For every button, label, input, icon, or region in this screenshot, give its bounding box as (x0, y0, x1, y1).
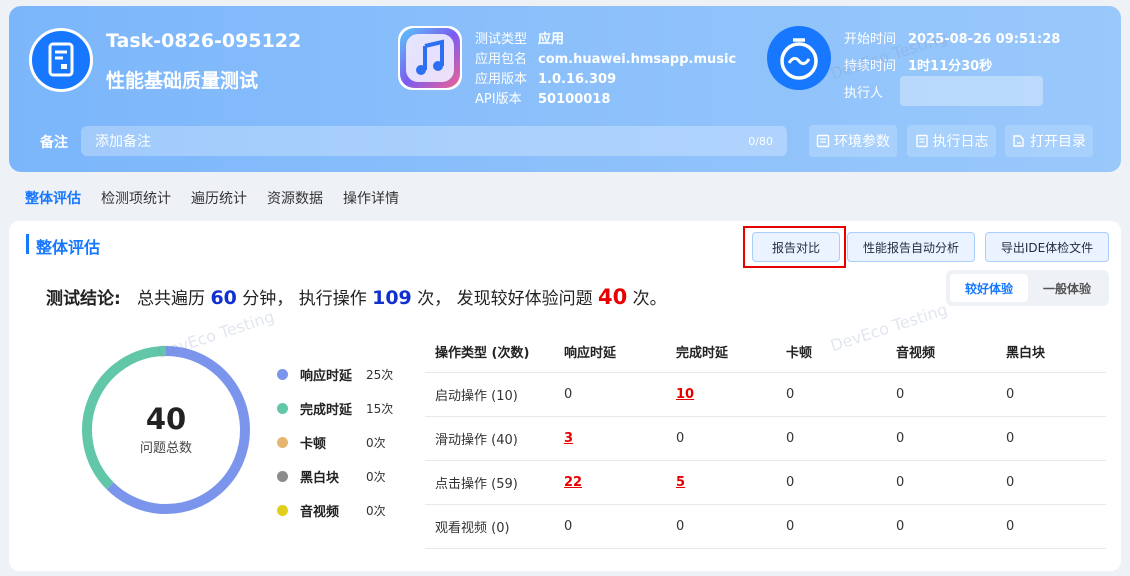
open-dir-button[interactable]: 打开目录 (1005, 125, 1093, 157)
table-row: 观看视频 (0) 0 0 0 0 0 (425, 504, 1106, 549)
env-params-icon (816, 134, 830, 148)
issue-link[interactable]: 22 (554, 460, 666, 505)
tab-check-items[interactable]: 检测项统计 (101, 188, 171, 208)
export-ide-button[interactable]: 导出IDE体检文件 (985, 232, 1109, 262)
normal-experience-option[interactable]: 一般体验 (1028, 274, 1106, 302)
note-char-count: 0/80 (748, 134, 773, 148)
legend-dot (277, 436, 288, 448)
section-accent-bar (26, 234, 29, 254)
tab-overall[interactable]: 整体评估 (25, 188, 81, 208)
highlight-box (743, 226, 846, 268)
legend-jank: 卡顿 0次 (277, 432, 386, 452)
issue-link[interactable]: 5 (666, 460, 776, 505)
table-header-row: 操作类型 (次数) 响应时延 完成时延 卡顿 音视频 黑白块 (425, 330, 1106, 373)
executor-value-redacted (900, 76, 1043, 106)
executor-row: 执行人 (844, 86, 884, 101)
operation-stats-table: 操作类型 (次数) 响应时延 完成时延 卡顿 音视频 黑白块 启动操作 (10)… (425, 330, 1106, 549)
section-title: 整体评估 (36, 238, 101, 257)
legend-complete: 完成时延 15次 (277, 398, 393, 418)
experience-toggle: 较好体验 一般体验 (946, 270, 1109, 306)
col-response-latency: 响应时延 (554, 330, 666, 373)
auto-analysis-button[interactable]: 性能报告自动分析 (847, 232, 975, 262)
timer-icon (767, 26, 831, 90)
col-blank-block: 黑白块 (996, 330, 1106, 373)
note-input[interactable]: 添加备注 0/80 (81, 126, 787, 156)
start-time-row: 开始时间 2025-08-26 09:51:28 (844, 32, 1061, 47)
col-complete-latency: 完成时延 (666, 330, 776, 373)
note-label: 备注 (40, 135, 68, 151)
col-operation-type: 操作类型 (次数) (425, 330, 554, 373)
music-app-icon (398, 26, 462, 90)
col-av: 音视频 (886, 330, 996, 373)
legend-dot (277, 504, 288, 516)
note-placeholder: 添加备注 (95, 134, 151, 150)
task-name: 性能基础质量测试 (106, 70, 259, 92)
test-type-row: 测试类型 应用 (475, 32, 565, 47)
table-row: 启动操作 (10) 0 10 0 0 0 (425, 372, 1106, 417)
package-row: 应用包名 com.huawei.hmsapp.music (475, 52, 737, 67)
legend-response: 响应时延 25次 (277, 364, 393, 384)
exec-log-button[interactable]: 执行日志 (907, 125, 996, 157)
legend-dot (277, 368, 288, 380)
legend-av: 音视频 0次 (277, 500, 386, 520)
exec-log-label: 执行日志 (932, 134, 989, 150)
issue-link[interactable]: 3 (554, 416, 666, 461)
folder-icon (1013, 135, 1024, 147)
api-row: API版本 50100018 (475, 92, 611, 107)
tab-operations[interactable]: 操作详情 (343, 188, 399, 208)
env-params-button[interactable]: 环境参数 (809, 125, 897, 157)
issue-link[interactable]: 10 (666, 372, 776, 417)
tab-resources[interactable]: 资源数据 (267, 188, 323, 208)
open-dir-label: 打开目录 (1030, 134, 1086, 150)
env-params-label: 环境参数 (834, 134, 890, 150)
traversal-minutes: 60 (210, 287, 237, 309)
legend-blank-block: 黑白块 0次 (277, 466, 386, 486)
good-experience-option[interactable]: 较好体验 (950, 274, 1028, 302)
version-row: 应用版本 1.0.16.309 (475, 72, 617, 87)
total-issues-label: 问题总数 (139, 441, 192, 456)
legend-dot (277, 402, 288, 414)
table-row: 点击操作 (59) 22 5 0 0 0 (425, 460, 1106, 505)
log-icon (915, 134, 928, 148)
task-id: Task-0826-095122 (106, 30, 302, 52)
total-issues-value: 40 (145, 402, 187, 436)
document-icon (29, 28, 93, 92)
operation-count: 109 (372, 287, 412, 309)
test-conclusion: 测试结论: 总共遍历 60 分钟， 执行操作 109 次， 发现较好体验问题 4… (46, 285, 667, 309)
table-row: 滑动操作 (40) 3 0 0 0 0 (425, 416, 1106, 461)
issue-count: 40 (598, 285, 628, 309)
legend-dot (277, 470, 288, 482)
tab-traversal[interactable]: 遍历统计 (191, 188, 247, 208)
